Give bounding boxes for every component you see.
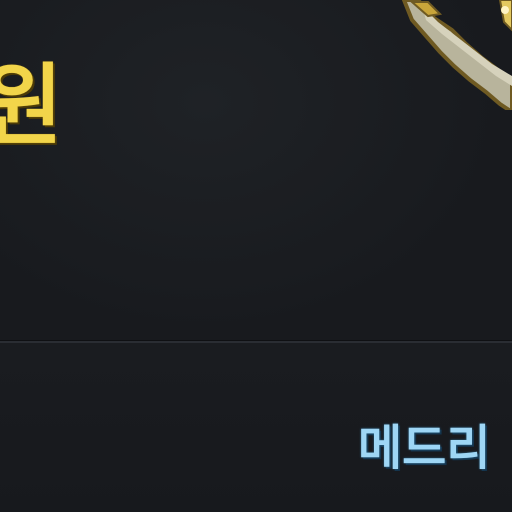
title-text: 원 <box>0 54 63 157</box>
top-panel: 원 <box>0 0 512 340</box>
player-name-label: 메드리 <box>358 420 491 476</box>
sword-icon <box>401 0 512 110</box>
game-screen: 원 메드리 <box>0 0 512 512</box>
